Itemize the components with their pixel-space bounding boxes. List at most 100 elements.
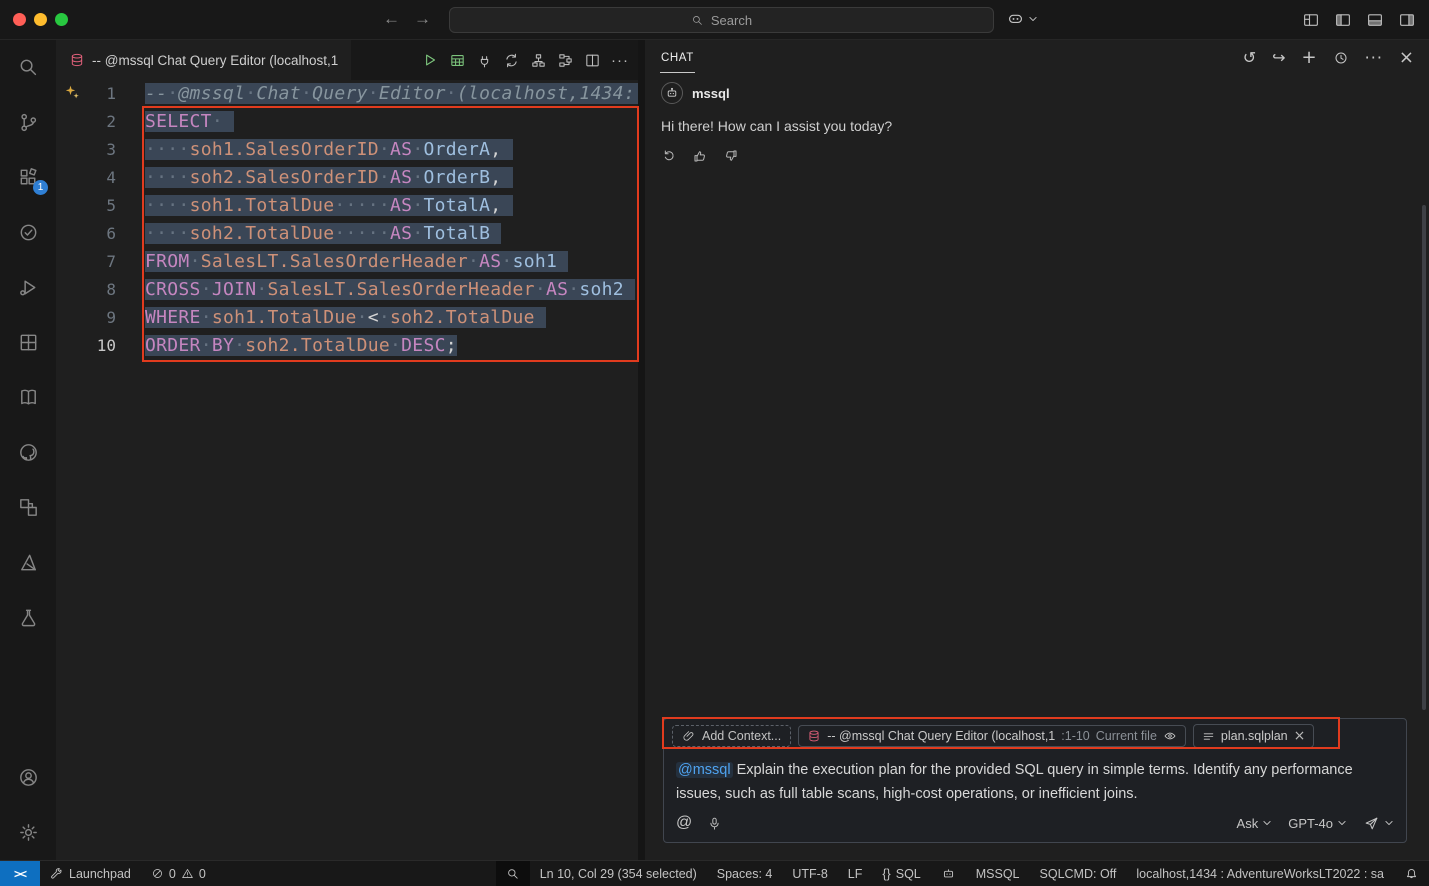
add-context-button[interactable]: Add Context... — [672, 725, 791, 747]
activity-testing[interactable] — [0, 205, 56, 260]
plan-chip-label: plan.sqlplan — [1221, 729, 1288, 743]
chat-mode-label: Ask — [1237, 816, 1259, 831]
language-mode-status[interactable]: {} SQL — [872, 861, 930, 886]
navigate-back-icon[interactable]: ← — [383, 9, 400, 29]
tab-chat[interactable]: CHAT — [660, 43, 695, 73]
code-line[interactable]: 6····soh2.TotalDue·····AS·TotalB — [56, 220, 638, 248]
code-line[interactable]: 10ORDER·BY·soh2.TotalDue·DESC; — [56, 332, 638, 360]
run-query-icon[interactable] — [421, 51, 439, 69]
change-connection-icon[interactable] — [503, 52, 520, 69]
results-grid-icon[interactable] — [449, 52, 466, 69]
more-actions-icon[interactable]: ··· — [611, 52, 629, 69]
code-line[interactable]: 3····soh1.SalesOrderID·AS·OrderA, — [56, 136, 638, 164]
chat-mode-dropdown[interactable]: Ask — [1237, 816, 1273, 831]
customize-layout-icon[interactable] — [1302, 11, 1320, 29]
model-picker-dropdown[interactable]: GPT-4o — [1288, 816, 1347, 831]
context-chip-plan[interactable]: plan.sqlplan × — [1193, 724, 1314, 748]
github-icon — [17, 441, 40, 464]
context-chip-range: :1-10 — [1061, 729, 1090, 743]
navigate-forward-icon[interactable]: → — [414, 9, 431, 29]
notifications-button[interactable] — [1394, 861, 1429, 886]
activity-github[interactable] — [0, 425, 56, 480]
code-line[interactable]: 4····soh2.SalesOrderID·AS·OrderB, — [56, 164, 638, 192]
microphone-icon[interactable] — [707, 816, 722, 831]
activity-source-control[interactable] — [0, 95, 56, 150]
activity-run-debug[interactable] — [0, 260, 56, 315]
line-number: 4 — [56, 164, 116, 192]
code-line[interactable]: 2SELECT· — [56, 108, 638, 136]
tab-query-editor[interactable]: -- @mssql Chat Query Editor (localhost,1 — [56, 40, 351, 80]
regenerate-icon[interactable] — [661, 148, 677, 164]
mention-chip[interactable]: @mssql — [676, 762, 733, 778]
chat-input-text[interactable]: @mssql Explain the execution plan for th… — [664, 753, 1406, 808]
copilot-sparkle-icon[interactable] — [63, 83, 81, 101]
connection-status[interactable]: localhost,1434 : AdventureWorksLT2022 : … — [1126, 861, 1394, 886]
eye-icon[interactable] — [1163, 729, 1177, 743]
split-editor-icon[interactable] — [584, 52, 601, 69]
minimize-window-button[interactable] — [34, 13, 47, 26]
sqlcmd-status[interactable]: SQLCMD: Off — [1030, 861, 1127, 886]
flask-icon — [17, 606, 40, 629]
mention-context-icon[interactable]: @ — [676, 814, 692, 832]
braces-icon: {} — [882, 867, 890, 881]
connect-icon[interactable] — [476, 52, 493, 69]
activity-extensions[interactable]: 1 — [0, 150, 56, 205]
close-chat-icon[interactable]: × — [1399, 50, 1414, 66]
parse-schema-icon[interactable] — [530, 52, 547, 69]
code-line[interactable]: 7FROM·SalesLT.SalesOrderHeader·AS·soh1 — [56, 248, 638, 276]
toggle-primary-sidebar-icon[interactable] — [1334, 11, 1352, 29]
tab-title: -- @mssql Chat Query Editor (localhost,1 — [92, 53, 338, 68]
activity-components[interactable] — [0, 480, 56, 535]
remove-chip-icon[interactable]: × — [1294, 728, 1306, 744]
activity-search[interactable] — [0, 40, 56, 95]
mssql-status[interactable]: MSSQL — [966, 861, 1030, 886]
code-line[interactable]: 5····soh1.TotalDue·····AS·TotalA, — [56, 192, 638, 220]
chat-history-icon[interactable] — [1333, 50, 1349, 66]
line-number: 9 — [56, 304, 116, 332]
search-input[interactable]: Search — [449, 7, 994, 33]
problems-status[interactable]: 0 0 — [141, 861, 216, 886]
toggle-panel-icon[interactable] — [1366, 11, 1384, 29]
code-line[interactable]: 9WHERE·soh1.TotalDue·<·soh2.TotalDue — [56, 304, 638, 332]
context-chip-current-file[interactable]: -- @mssql Chat Query Editor (localhost,1… — [798, 725, 1186, 747]
zoom-indicator[interactable] — [496, 861, 530, 886]
remote-icon: >< — [14, 867, 26, 881]
toggle-secondary-sidebar-icon[interactable] — [1398, 11, 1416, 29]
code-line[interactable]: 1--·@mssql·Chat·Query·Editor·(localhost,… — [56, 80, 638, 108]
remote-indicator[interactable]: >< — [0, 861, 40, 886]
line-number: 6 — [56, 220, 116, 248]
chat-more-actions-icon[interactable]: ··· — [1365, 50, 1383, 66]
cursor-position-status[interactable]: Ln 10, Col 29 (354 selected) — [530, 861, 707, 886]
launchpad-status[interactable]: Launchpad — [40, 861, 141, 886]
chat-scrollbar[interactable] — [1422, 205, 1426, 710]
code-line[interactable]: 8CROSS·JOIN·SalesLT.SalesOrderHeader·AS·… — [56, 276, 638, 304]
close-window-button[interactable] — [13, 13, 26, 26]
account-button[interactable] — [0, 750, 56, 805]
copilot-menu-button[interactable] — [1006, 9, 1038, 28]
azure-icon — [17, 551, 40, 574]
eol-status[interactable]: LF — [838, 861, 873, 886]
encoding-status[interactable]: UTF-8 — [782, 861, 837, 886]
activity-remote-explorer[interactable] — [0, 315, 56, 370]
send-button[interactable] — [1363, 815, 1394, 832]
line-number: 5 — [56, 192, 116, 220]
copilot-status[interactable] — [931, 861, 966, 886]
undo-request-icon[interactable]: ↺ — [1243, 50, 1256, 66]
redo-request-icon[interactable]: ↪ — [1272, 50, 1285, 66]
chat-message: mssql Hi there! How can I assist you tod… — [645, 76, 1429, 164]
thumbs-up-icon[interactable] — [692, 148, 708, 164]
activity-notebooks[interactable] — [0, 370, 56, 425]
maximize-window-button[interactable] — [55, 13, 68, 26]
settings-button[interactable] — [0, 805, 56, 860]
thumbs-down-icon[interactable] — [723, 148, 739, 164]
window-panes-icon — [17, 331, 40, 354]
activity-azure[interactable] — [0, 535, 56, 590]
activity-database-projects[interactable] — [0, 590, 56, 645]
estimated-plan-icon[interactable] — [557, 52, 574, 69]
warnings-count: 0 — [199, 867, 206, 881]
chat-input-container[interactable]: Add Context... -- @mssql Chat Query Edit… — [663, 718, 1407, 843]
editor-chat-sash[interactable] — [638, 40, 645, 860]
new-chat-icon[interactable]: + — [1302, 50, 1317, 66]
indentation-status[interactable]: Spaces: 4 — [707, 861, 783, 886]
code-editor[interactable]: 1--·@mssql·Chat·Query·Editor·(localhost,… — [56, 80, 638, 860]
